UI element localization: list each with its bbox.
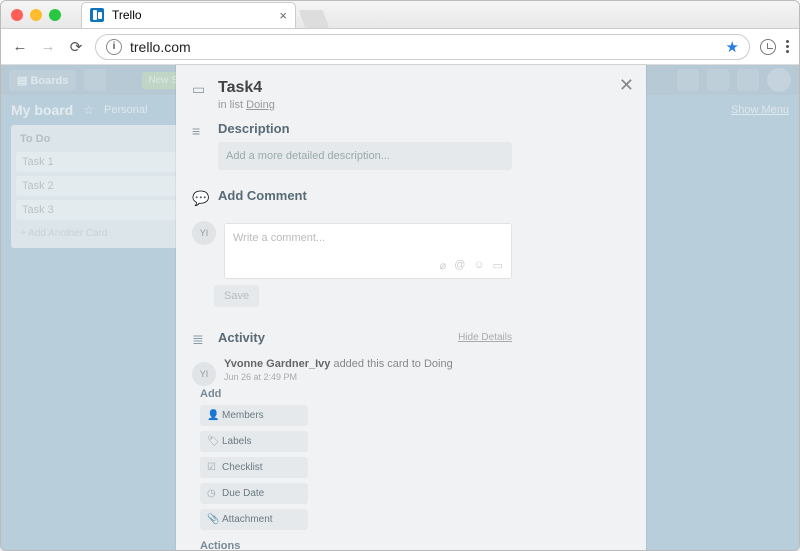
emoji-icon[interactable]: ☺ [473, 259, 484, 272]
browser-toolbar: ← → ⟳ i trello.com ★ [1, 29, 799, 65]
checklist-button[interactable]: ☑Checklist [200, 457, 308, 478]
actions-heading: Actions [200, 540, 308, 551]
show-menu-link[interactable]: Show Menu [731, 104, 789, 116]
add-card-link[interactable]: + Add Another Card [16, 224, 176, 243]
card-icon: ▭ [192, 81, 208, 98]
bookmark-star-icon[interactable]: ★ [726, 38, 739, 56]
description-icon: ≡ [192, 123, 208, 139]
attachment-button[interactable]: 📎Attachment [200, 509, 308, 530]
new-tab-button[interactable] [299, 10, 330, 28]
url-text: trello.com [130, 39, 191, 55]
card-link-icon[interactable]: ▭ [493, 259, 503, 272]
search-button[interactable] [84, 69, 106, 91]
browser-menu-button[interactable] [786, 40, 789, 53]
mention-icon[interactable]: @ [454, 259, 465, 272]
board-visibility[interactable]: Personal [104, 104, 147, 116]
tag-icon: 🏷 [207, 436, 217, 447]
card-title[interactable]: Task4 [218, 79, 512, 97]
star-board-icon[interactable]: ☆ [83, 103, 94, 117]
create-button[interactable] [677, 69, 699, 91]
description-input[interactable]: Add a more detailed description... [218, 142, 512, 170]
window-close-button[interactable] [11, 9, 23, 21]
browser-tab[interactable]: Trello × [81, 2, 296, 28]
paperclip-icon: 📎 [207, 514, 217, 525]
card-in-list: in list Doing [218, 99, 512, 111]
comment-icon: 💬 [192, 190, 208, 207]
comment-input[interactable]: Write a comment... ⌀ @ ☺ ▭ [224, 223, 512, 279]
attach-icon[interactable]: ⌀ [440, 259, 447, 272]
members-button[interactable]: 👤Members [200, 405, 308, 426]
list-title[interactable]: To Do [16, 130, 176, 148]
trello-app: ▤ Boards New Stuff ▤ Trello My board ☆ P… [1, 65, 799, 551]
address-bar[interactable]: i trello.com ★ [95, 34, 750, 60]
titlebar: Trello × [1, 1, 799, 29]
add-heading: Add [200, 388, 308, 400]
back-button[interactable]: ← [11, 38, 29, 55]
activity-heading: Activity [218, 330, 265, 345]
person-icon: 👤 [207, 410, 217, 421]
window-maximize-button[interactable] [49, 9, 61, 21]
activity-icon: ≣ [192, 331, 208, 348]
labels-button[interactable]: 🏷Labels [200, 431, 308, 452]
card-modal: ✕ ▭ Task4 in list Doing ≡ Description Ad… [176, 65, 646, 551]
hide-details-link[interactable]: Hide Details [458, 332, 512, 343]
profile-avatar[interactable] [767, 68, 791, 92]
browser-window: Trello × ← → ⟳ i trello.com ★ ▤ Boards N… [0, 0, 800, 551]
user-avatar: YI [192, 221, 216, 245]
activity-avatar: YI [192, 362, 216, 386]
list-card[interactable]: Task 1 [16, 152, 176, 172]
window-minimize-button[interactable] [30, 9, 42, 21]
list-card[interactable]: Task 2 [16, 176, 176, 196]
notifications-button[interactable] [737, 69, 759, 91]
list-column: To Do Task 1 Task 2 Task 3 + Add Another… [11, 125, 181, 248]
reload-button[interactable]: ⟳ [67, 38, 85, 56]
boards-button[interactable]: ▤ Boards [9, 70, 76, 91]
checklist-icon: ☑ [207, 462, 217, 473]
list-card[interactable]: Task 3 [16, 200, 176, 220]
comment-heading: Add Comment [218, 188, 512, 203]
board-title[interactable]: My board [11, 102, 73, 118]
activity-date: Jun 26 at 2:49 PM [224, 372, 453, 382]
in-list-link[interactable]: Doing [246, 99, 275, 111]
tab-title: Trello [112, 8, 142, 22]
info-button[interactable] [707, 69, 729, 91]
trello-favicon [90, 8, 104, 22]
forward-button[interactable]: → [39, 38, 57, 55]
description-heading: Description [218, 121, 512, 136]
save-comment-button[interactable]: Save [214, 285, 259, 307]
clock-icon: ◷ [207, 488, 217, 499]
close-modal-button[interactable]: ✕ [619, 75, 634, 96]
extension-clockify-icon[interactable] [760, 39, 776, 55]
activity-entry: Yvonne Gardner_Ivy added this card to Do… [224, 358, 453, 370]
due-date-button[interactable]: ◷Due Date [200, 483, 308, 504]
site-info-icon[interactable]: i [106, 39, 122, 55]
tab-close-button[interactable]: × [279, 8, 287, 23]
